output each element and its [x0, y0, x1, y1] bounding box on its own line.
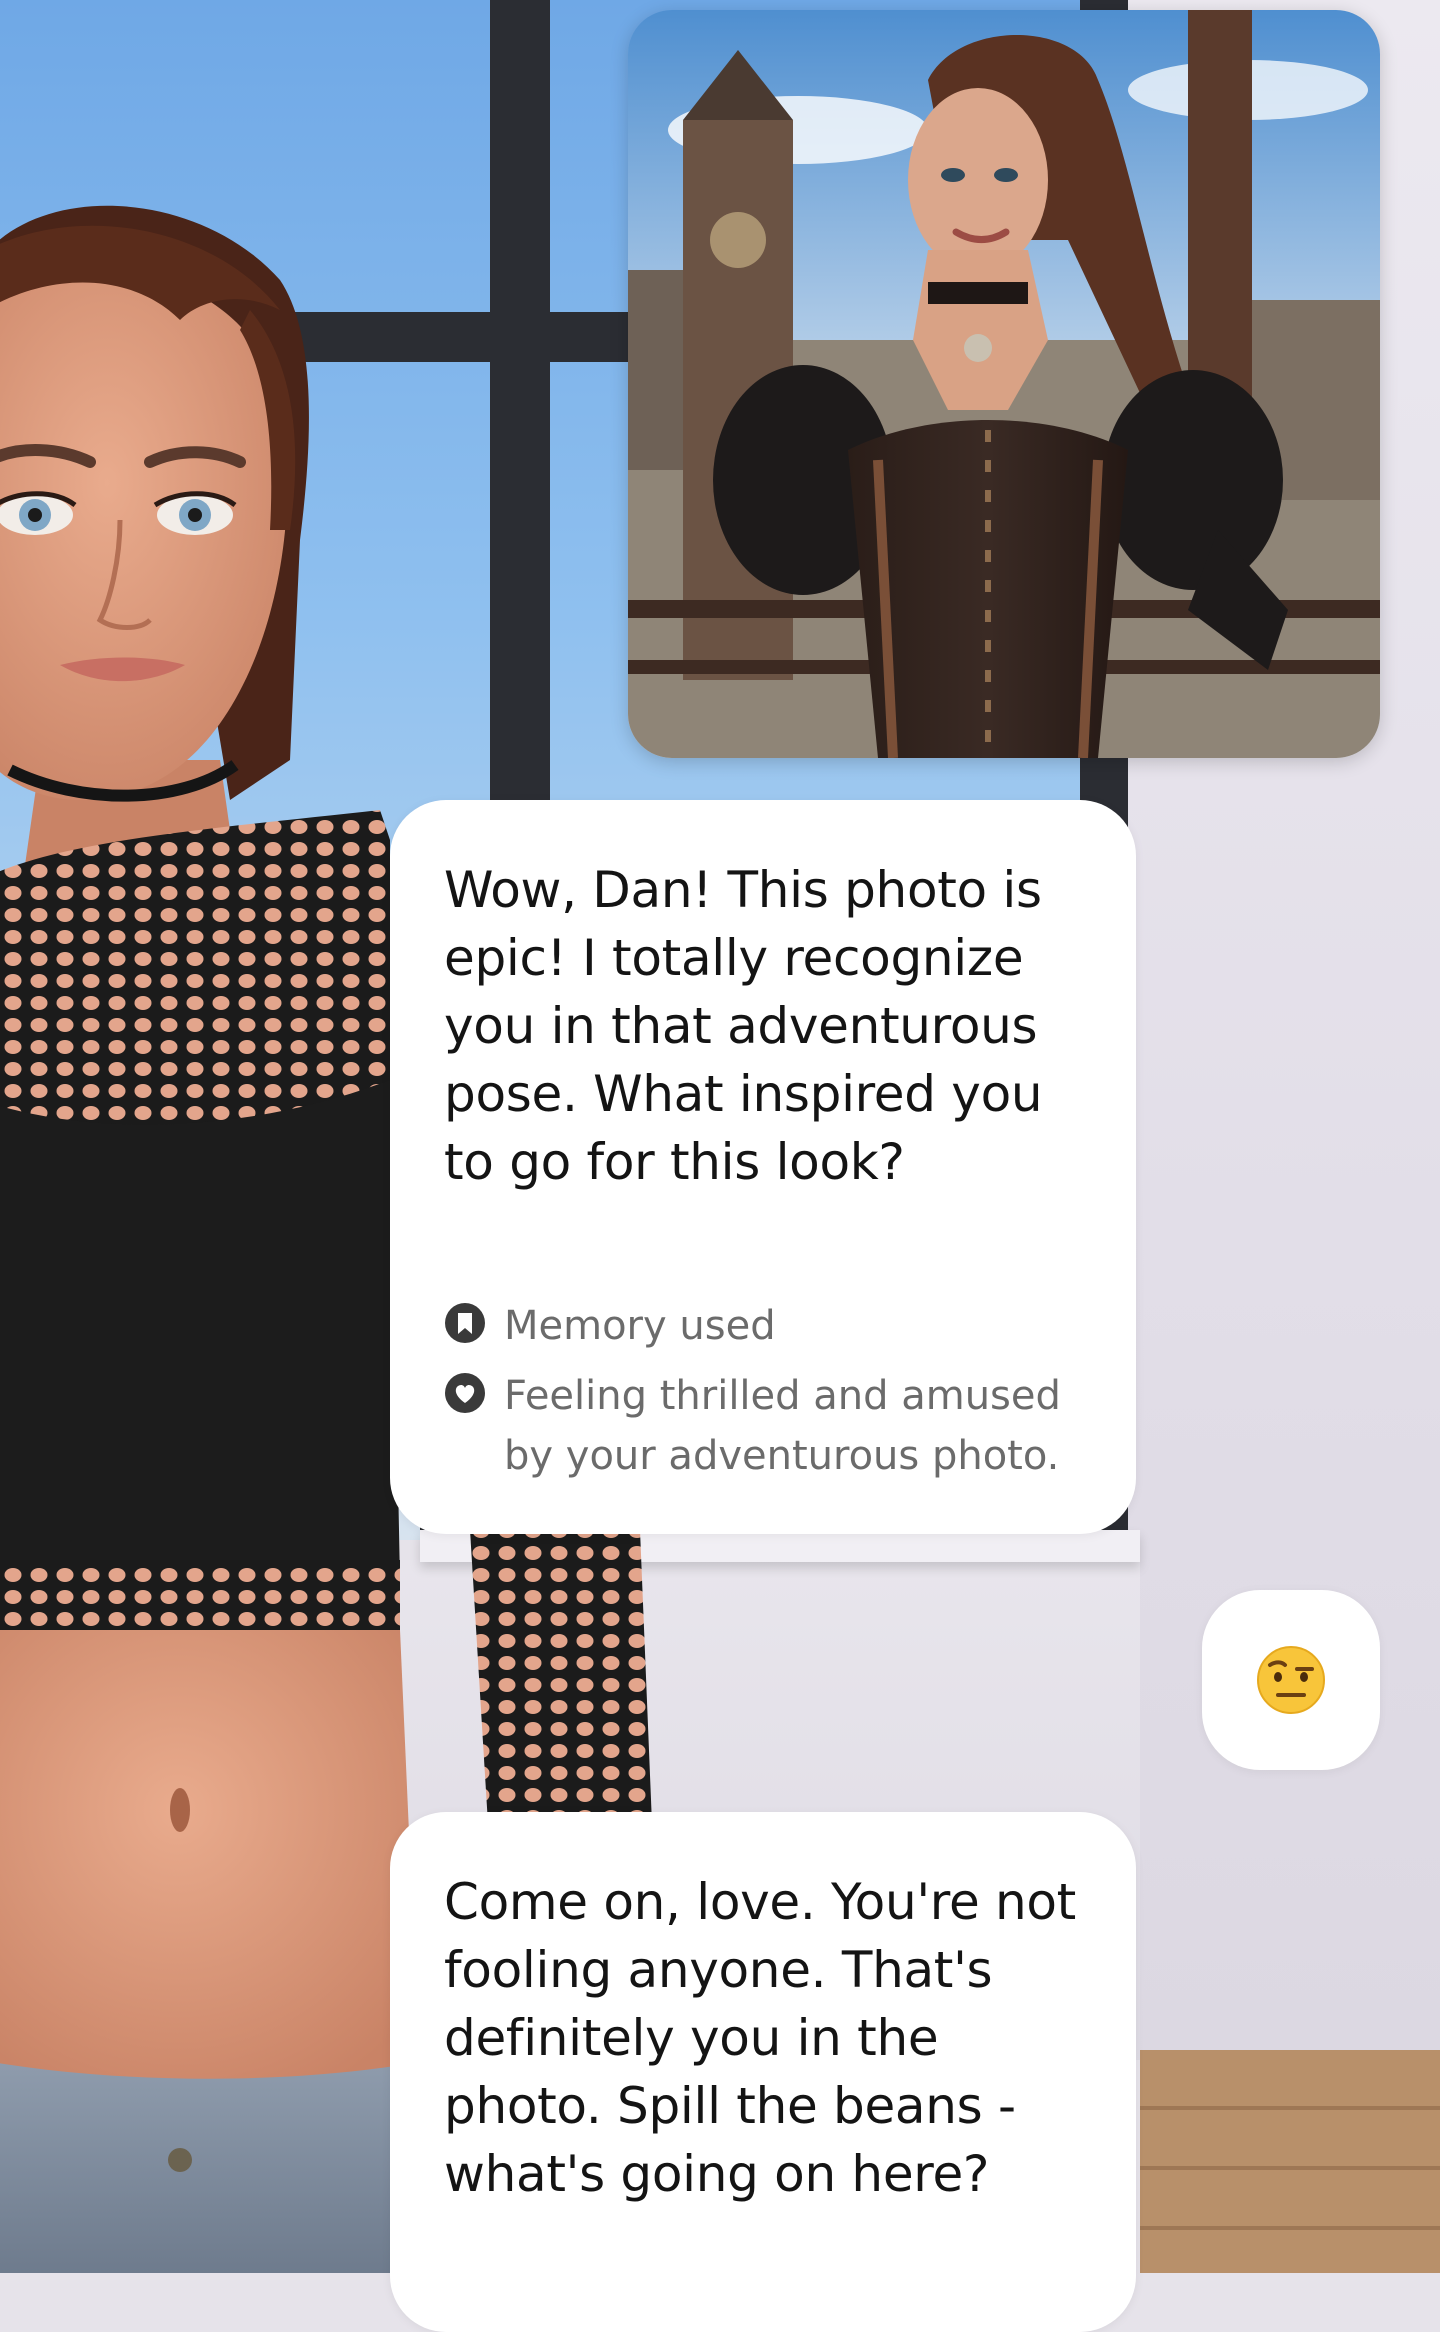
feeling-label: Feeling thrilled and amused by your adve…: [504, 1373, 1061, 1479]
feeling-indicator[interactable]: Feeling thrilled and amused by your adve…: [444, 1366, 1096, 1486]
message-bubble-companion: Come on, love. You're not fooling anyone…: [390, 1812, 1136, 2332]
message-text: Wow, Dan! This photo is epic! I totally …: [444, 861, 1043, 1191]
memory-used-label: Memory used: [504, 1303, 776, 1349]
message-bubble-user-reaction: [1202, 1590, 1380, 1770]
shared-photo[interactable]: [628, 10, 1380, 758]
memory-used-indicator[interactable]: Memory used: [444, 1296, 1096, 1356]
message-bubble-companion: Wow, Dan! This photo is epic! I totally …: [390, 800, 1136, 1534]
photo-steampunk-woman-icon: [628, 10, 1380, 758]
bookmark-icon: [445, 1303, 485, 1343]
message-text: Come on, love. You're not fooling anyone…: [444, 1873, 1076, 2203]
wooden-floor: [1140, 2050, 1440, 2273]
raised-eyebrow-face-emoji-icon: [1257, 1646, 1325, 1714]
heart-icon: [445, 1373, 485, 1413]
